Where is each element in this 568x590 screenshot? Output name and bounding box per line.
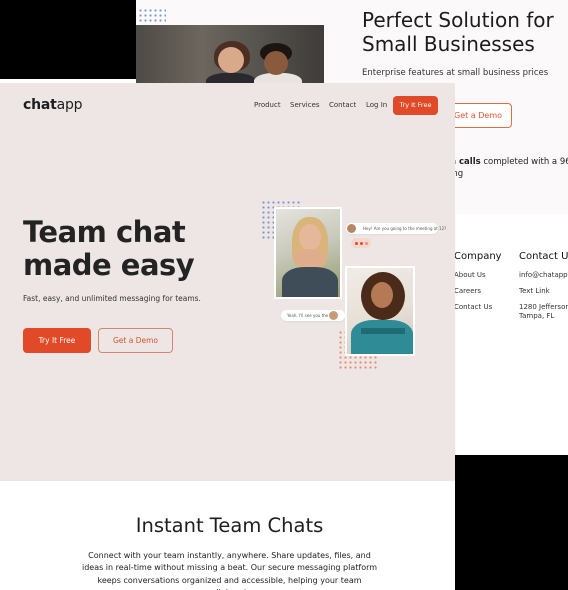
- typing-dot: [360, 242, 363, 245]
- footer-contact-address-2: Tampa, FL: [519, 312, 555, 320]
- footer-contact-address-1: 1280 Jefferson R: [519, 303, 568, 311]
- back-stat-text: n calls completed with a 96.8%: [450, 156, 568, 169]
- hero-title-line-1: Team chat: [23, 215, 186, 249]
- black-corner-top-left: [0, 0, 136, 79]
- person-face: [371, 282, 393, 308]
- get-demo-button[interactable]: Get a Demo: [98, 328, 173, 353]
- hero-subtitle: Fast, easy, and unlimited messaging for …: [23, 294, 201, 303]
- nav-services[interactable]: Services: [290, 101, 320, 109]
- hero-title-line-2: made easy: [23, 248, 195, 282]
- person-body: [282, 267, 338, 297]
- typing-dot: [355, 242, 358, 245]
- back-page-subtitle: Enterprise features at small business pr…: [362, 68, 549, 78]
- woman-laughing-photo: [274, 207, 342, 299]
- background-footer-area: [456, 214, 568, 454]
- person-face: [218, 47, 244, 73]
- try-free-button[interactable]: Try It Free: [23, 328, 91, 353]
- footer-contact-heading: Contact Us: [519, 251, 568, 262]
- black-corner-bottom-right: [455, 455, 568, 590]
- chat-avatar: [328, 310, 339, 321]
- footer-link-contact[interactable]: Contact Us: [454, 303, 492, 311]
- footer-link-about[interactable]: About Us: [454, 271, 486, 279]
- logo-bold: chat: [23, 97, 57, 113]
- person-face: [299, 224, 321, 251]
- screenshot-stage: Perfect Solution for Small Businesses En…: [0, 0, 568, 590]
- person-body: [351, 320, 413, 354]
- footer-link-careers[interactable]: Careers: [454, 287, 481, 295]
- logo-rest: app: [56, 97, 83, 113]
- section-title: Instant Team Chats: [135, 514, 324, 537]
- nav-product[interactable]: Product: [254, 101, 281, 109]
- footer-company-heading: Company: [454, 251, 502, 262]
- nav-try-free-button[interactable]: Try It Free: [393, 96, 438, 115]
- person-top-pattern: [361, 328, 405, 334]
- team-photo: [136, 25, 324, 85]
- person-hands: [294, 249, 326, 267]
- logo[interactable]: chatapp: [23, 97, 83, 113]
- chat-avatar: [346, 223, 357, 234]
- back-page-title: Perfect Solution for Small Businesses: [362, 8, 554, 56]
- hero-title: Team chat made easy: [23, 215, 195, 282]
- typing-dot: [365, 242, 368, 245]
- decorative-dots: [138, 8, 166, 22]
- footer-contact-text-link[interactable]: Text Link: [519, 287, 550, 295]
- footer-contact-email[interactable]: info@chatapp.cc: [519, 271, 568, 279]
- typing-indicator-icon: [351, 238, 371, 248]
- chat-bubble-incoming: Hey! Are you going to the meeting at 12?: [346, 223, 446, 234]
- nav-log-in[interactable]: Log In: [366, 101, 387, 109]
- nav-contact[interactable]: Contact: [329, 101, 356, 109]
- section-body: Connect with your team instantly, anywhe…: [81, 551, 378, 590]
- back-stat-rest: completed with a 96.8%: [483, 157, 568, 167]
- woman-smiling-photo: [345, 266, 415, 356]
- person-face: [264, 51, 288, 75]
